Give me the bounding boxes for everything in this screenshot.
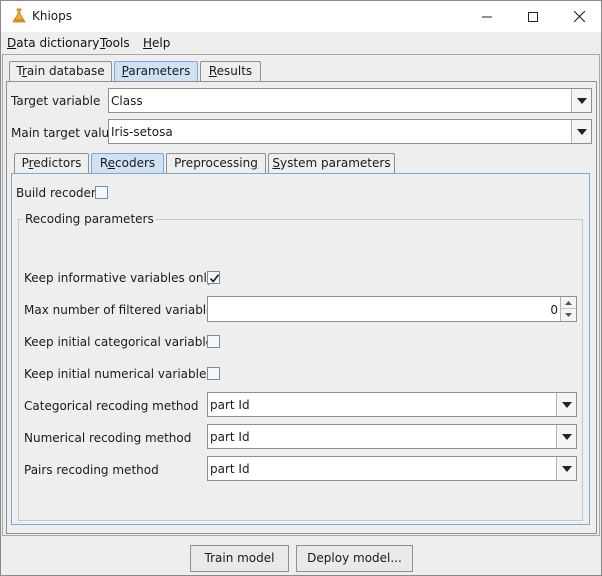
build-recoder-label: Build recoder bbox=[16, 186, 96, 200]
tab-train-database-label: Train database bbox=[16, 64, 105, 78]
max-filtered-spinner[interactable]: 0 bbox=[207, 296, 577, 322]
tab-results-label: Results bbox=[208, 64, 253, 78]
menu-tools[interactable]: Tools bbox=[100, 36, 130, 50]
numerical-method-select[interactable]: part Id bbox=[207, 424, 577, 449]
tab-system-parameters-label: System parameters bbox=[272, 156, 391, 170]
max-filtered-value: 0 bbox=[550, 303, 558, 317]
khiops-flask-icon bbox=[11, 8, 27, 24]
keep-numerical-label: Keep initial numerical variables bbox=[24, 367, 213, 381]
minimize-icon bbox=[482, 16, 492, 17]
max-filtered-label: Max number of filtered variables bbox=[24, 303, 220, 317]
target-variable-value: Class bbox=[111, 94, 143, 108]
categorical-method-select[interactable]: part Id bbox=[207, 392, 577, 417]
maximize-button[interactable] bbox=[510, 1, 556, 32]
main-target-value-select[interactable]: Iris-setosa bbox=[108, 119, 592, 144]
minimize-button[interactable] bbox=[464, 1, 510, 32]
title-bar: Khiops bbox=[1, 1, 601, 32]
numerical-method-value: part Id bbox=[210, 430, 250, 444]
pairs-method-value: part Id bbox=[210, 462, 250, 476]
chevron-down-icon[interactable] bbox=[556, 457, 576, 480]
maximize-icon bbox=[528, 11, 538, 22]
recoding-parameters-title: Recoding parameters bbox=[23, 212, 156, 226]
target-variable-select[interactable]: Class bbox=[108, 88, 592, 113]
chevron-down-icon[interactable] bbox=[571, 120, 591, 143]
menu-bar: Data dictionary Tools Help bbox=[1, 32, 601, 54]
tab-predictors-label: Predictors bbox=[21, 156, 82, 170]
target-variable-label: Target variable bbox=[11, 94, 101, 108]
keep-categorical-checkbox[interactable] bbox=[207, 335, 220, 348]
numerical-method-label: Numerical recoding method bbox=[24, 431, 192, 445]
keep-informative-checkbox[interactable] bbox=[207, 271, 220, 284]
main-target-value-label: Main target value bbox=[11, 126, 117, 140]
menu-data-dictionary[interactable]: Data dictionary bbox=[7, 36, 99, 50]
tab-preprocessing[interactable]: Preprocessing bbox=[166, 153, 266, 174]
main-target-value-value: Iris-setosa bbox=[111, 125, 173, 139]
chevron-down-icon[interactable] bbox=[556, 425, 576, 448]
categorical-method-value: part Id bbox=[210, 398, 250, 412]
tab-system-parameters[interactable]: System parameters bbox=[268, 153, 395, 174]
menu-help-rest: elp bbox=[152, 36, 171, 50]
spinner-down-icon[interactable] bbox=[560, 309, 576, 321]
window-title: Khiops bbox=[32, 9, 73, 23]
checkmark-icon bbox=[209, 274, 220, 283]
tab-parameters-label: Parameters bbox=[121, 64, 191, 78]
tab-parameters[interactable]: Parameters bbox=[114, 61, 198, 82]
deploy-model-button[interactable]: Deploy model... bbox=[296, 545, 413, 572]
menu-data-dictionary-rest: ata dictionary bbox=[16, 36, 100, 50]
chevron-down-icon[interactable] bbox=[556, 393, 576, 416]
tab-preprocessing-label: Preprocessing bbox=[174, 156, 258, 170]
pairs-method-select[interactable]: part Id bbox=[207, 456, 577, 481]
chevron-down-icon[interactable] bbox=[571, 89, 591, 112]
tab-predictors[interactable]: Predictors bbox=[14, 153, 89, 174]
pairs-method-label: Pairs recoding method bbox=[24, 463, 159, 477]
tab-results[interactable]: Results bbox=[200, 61, 261, 82]
tab-recoders-label: Recoders bbox=[99, 156, 156, 170]
menu-tools-rest: ools bbox=[105, 36, 130, 50]
keep-numerical-checkbox[interactable] bbox=[207, 367, 220, 380]
keep-informative-label: Keep informative variables only bbox=[24, 271, 214, 285]
categorical-method-label: Categorical recoding method bbox=[24, 399, 199, 413]
keep-categorical-label: Keep initial categorical variables bbox=[24, 335, 220, 349]
train-model-button[interactable]: Train model bbox=[190, 545, 289, 572]
khiops-window: Khiops Data dictionary Tools Help Train … bbox=[0, 0, 602, 576]
tab-recoders[interactable]: Recoders bbox=[91, 153, 164, 174]
close-icon bbox=[573, 11, 585, 22]
menu-help[interactable]: Help bbox=[143, 36, 170, 50]
close-button[interactable] bbox=[556, 1, 602, 32]
tab-train-database[interactable]: Train database bbox=[9, 61, 112, 82]
spinner-up-icon[interactable] bbox=[560, 297, 576, 309]
build-recoder-checkbox[interactable] bbox=[95, 186, 108, 199]
